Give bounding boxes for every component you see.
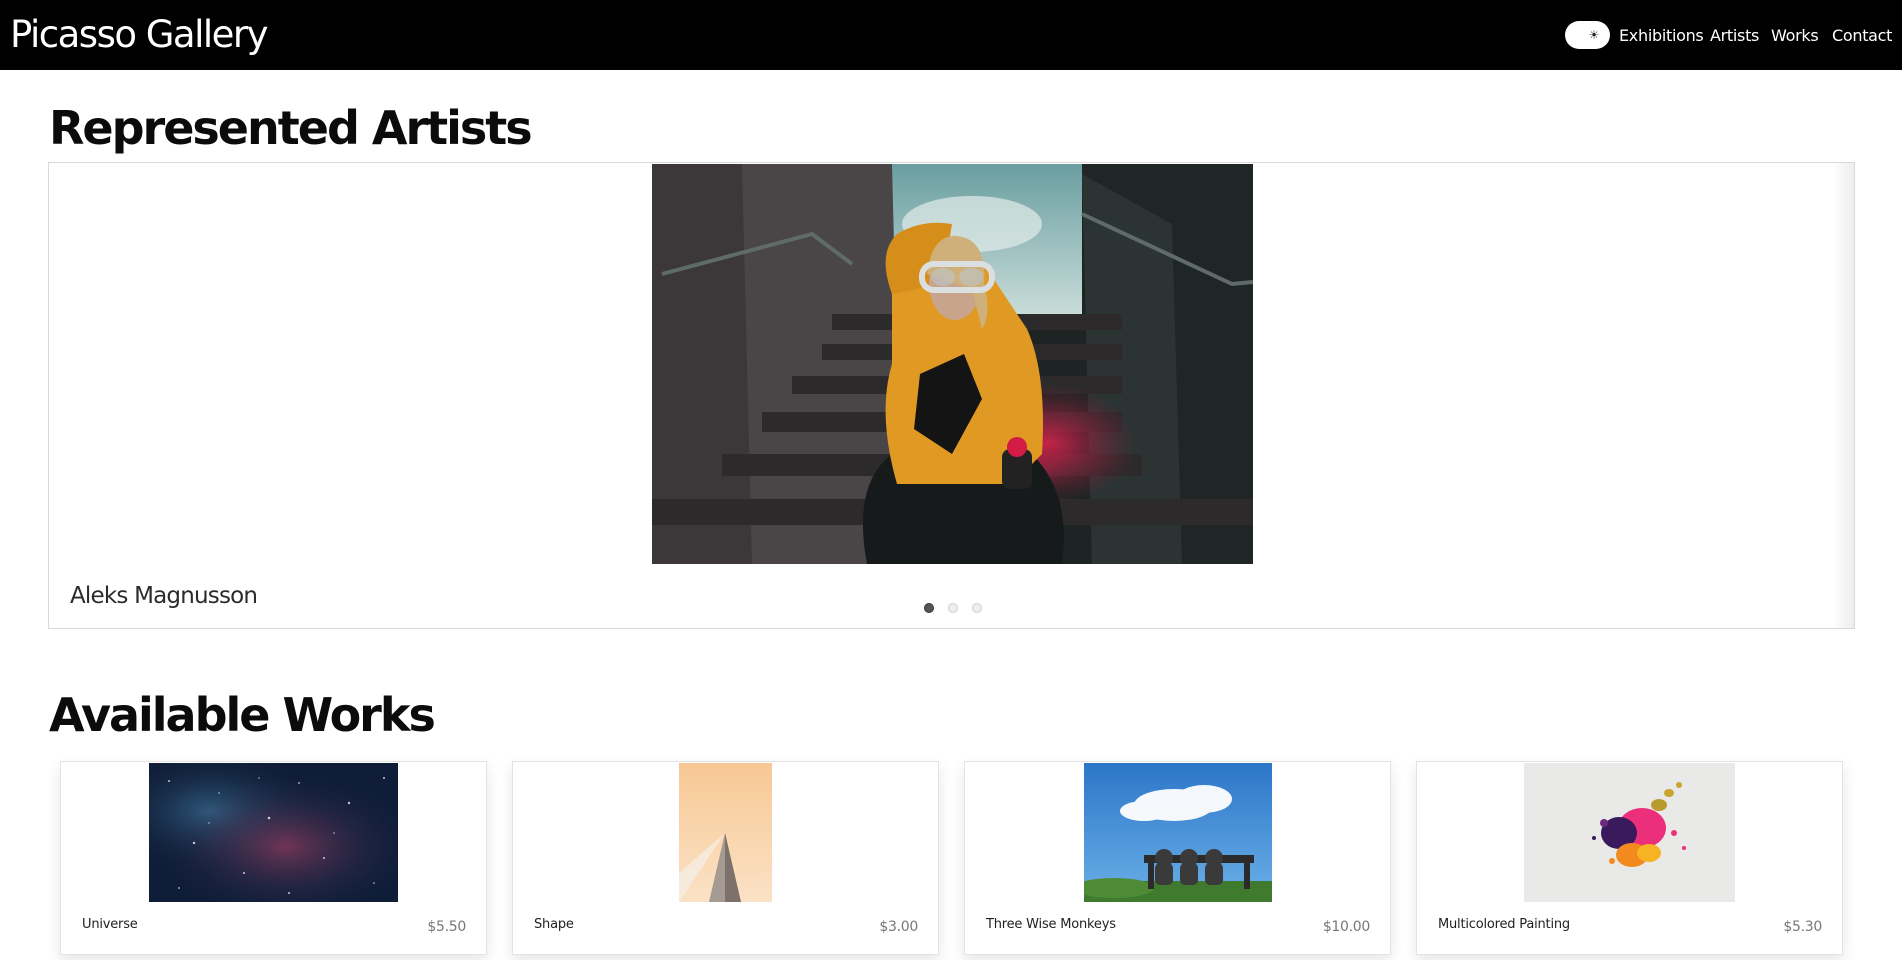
work-price: $10.00	[1322, 919, 1370, 935]
nav-link-works[interactable]: Works	[1771, 26, 1819, 45]
artist-carousel[interactable]: Aleks Magnusson	[48, 162, 1855, 629]
artist-photo	[652, 164, 1253, 564]
work-price: $3.00	[879, 919, 918, 935]
work-price: $5.30	[1783, 919, 1822, 935]
work-card[interactable]: Three Wise Monkeys $10.00	[964, 761, 1391, 955]
work-title: Universe	[82, 917, 138, 932]
work-card[interactable]: Universe $5.50	[60, 761, 487, 955]
work-image	[679, 763, 772, 902]
work-image	[1524, 763, 1735, 902]
nav-link-contact[interactable]: Contact	[1832, 26, 1892, 45]
carousel-indicators	[924, 603, 982, 613]
artist-name-caption[interactable]: Aleks Magnusson	[70, 583, 258, 609]
site-header: Picasso Gallery ☀ Exhibitions Artists Wo…	[0, 0, 1902, 70]
work-card[interactable]: Shape $3.00	[512, 761, 939, 955]
carousel-dot[interactable]	[972, 603, 982, 613]
work-image	[149, 763, 398, 902]
work-card[interactable]: Multicolored Painting $5.30	[1416, 761, 1843, 955]
work-title: Multicolored Painting	[1438, 917, 1570, 932]
work-title: Three Wise Monkeys	[986, 917, 1116, 932]
carousel-dot[interactable]	[948, 603, 958, 613]
site-logo[interactable]: Picasso Gallery	[10, 13, 269, 57]
nav-link-exhibitions[interactable]: Exhibitions	[1619, 26, 1704, 45]
theme-toggle[interactable]: ☀	[1565, 21, 1610, 49]
work-price: $5.50	[427, 919, 466, 935]
carousel-dot[interactable]	[924, 603, 934, 613]
work-title: Shape	[534, 917, 574, 932]
works-section-title: Available Works	[49, 688, 436, 742]
artists-section-title: Represented Artists	[49, 101, 533, 155]
carousel-edge-shadow	[1832, 163, 1854, 628]
sun-icon: ☀	[1588, 28, 1600, 42]
work-image	[1084, 763, 1272, 902]
nav-link-artists[interactable]: Artists	[1710, 26, 1759, 45]
